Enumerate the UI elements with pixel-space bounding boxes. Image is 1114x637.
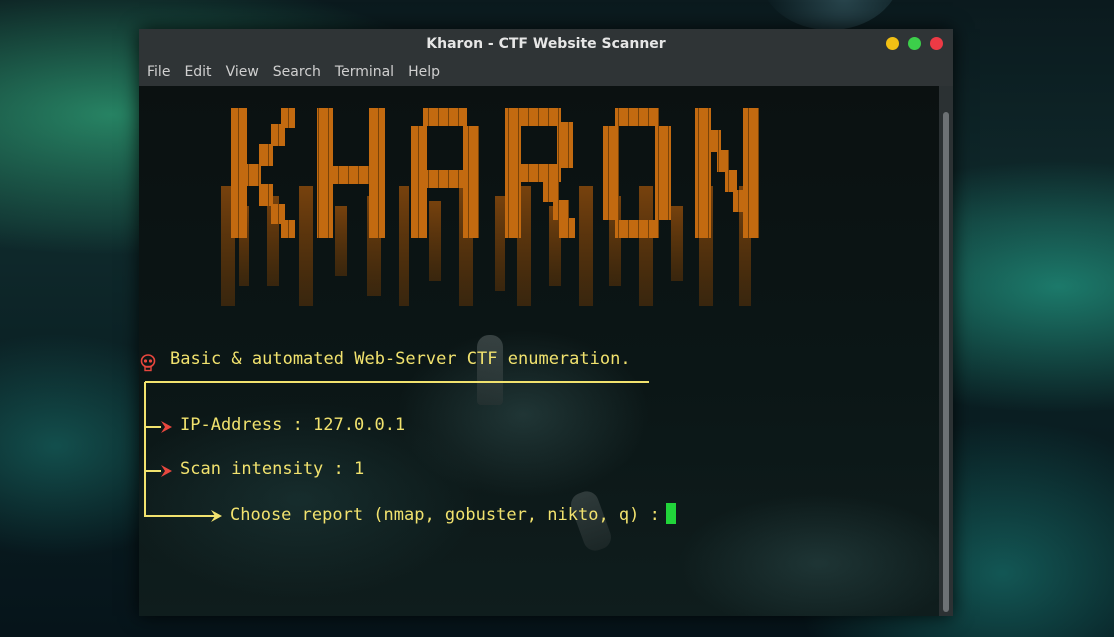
menu-view[interactable]: View [219, 59, 266, 86]
report-prompt-line[interactable]: Choose report (nmap, gobuster, nikto, q)… [230, 503, 676, 525]
menu-edit[interactable]: Edit [177, 59, 218, 86]
report-prompt-text: Choose report (nmap, gobuster, nikto, q)… [230, 505, 660, 525]
scrollbar-thumb[interactable] [943, 112, 949, 612]
scan-intensity-line: Scan intensity : 1 [180, 459, 365, 479]
terminal-window[interactable]: Kharon - CTF Website Scanner File Edit V… [139, 29, 953, 616]
window-controls [886, 37, 943, 50]
menu-search[interactable]: Search [266, 59, 328, 86]
menu-terminal[interactable]: Terminal [328, 59, 401, 86]
tagline-text: Basic & automated Web-Server CTF enumera… [170, 349, 631, 369]
skull-icon [140, 354, 156, 372]
terminal-scrollbar[interactable] [939, 86, 953, 616]
menu-help[interactable]: Help [401, 59, 447, 86]
ip-address-line: IP-Address : 127.0.0.1 [180, 415, 406, 435]
menu-file[interactable]: File [139, 59, 177, 86]
window-title: Kharon - CTF Website Scanner [426, 36, 666, 52]
title-bar[interactable]: Kharon - CTF Website Scanner [139, 29, 953, 59]
menu-bar: File Edit View Search Terminal Help [139, 59, 953, 86]
maximize-button[interactable] [908, 37, 921, 50]
minimize-button[interactable] [886, 37, 899, 50]
close-button[interactable] [930, 37, 943, 50]
desktop-wallpaper [760, 0, 900, 30]
terminal-cursor[interactable] [665, 503, 676, 524]
terminal-output[interactable]: Basic & automated Web-Server CTF enumera… [139, 86, 939, 616]
